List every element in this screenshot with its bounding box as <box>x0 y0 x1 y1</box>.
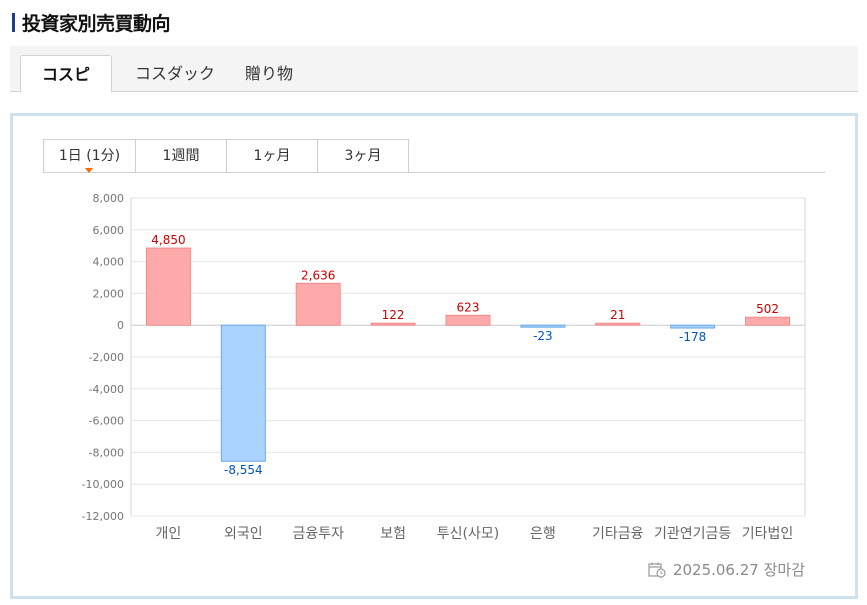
y-tick-label: -12,000 <box>82 510 124 523</box>
y-tick-label: -10,000 <box>82 478 124 491</box>
y-tick-label: -6,000 <box>89 415 124 428</box>
bar-3 <box>295 282 341 326</box>
y-tick-label: 6,000 <box>93 224 125 237</box>
bar-value-label: 623 <box>457 300 480 314</box>
bar-value-label: -8,554 <box>224 463 263 477</box>
bar-2 <box>220 324 266 462</box>
x-category-label: 금융투자 <box>292 526 344 542</box>
bar-value-label: 2,636 <box>301 268 335 282</box>
x-category-label: 은행 <box>530 526 556 542</box>
bar-value-label: 502 <box>756 302 779 316</box>
x-category-label: 개인 <box>156 526 182 542</box>
x-category-label: 기관연기금등 <box>654 526 731 542</box>
chart-panel: 1日 (1分) 1週間 1ヶ月 3ヶ月 8,000 6,000 4,000 2,000… <box>10 113 858 599</box>
calendar-clock-icon <box>648 562 666 578</box>
bar-4 <box>370 322 416 326</box>
bar-7 <box>595 322 641 326</box>
x-category-label: 기타금융 <box>592 526 644 542</box>
bar-8 <box>670 324 716 329</box>
bar-value-label: 122 <box>382 308 405 322</box>
bar-value-label: -23 <box>533 329 553 343</box>
title-accent-bar <box>12 12 15 32</box>
bar-6 <box>520 324 566 328</box>
y-tick-label: -8,000 <box>89 446 124 459</box>
x-category-label: 보험 <box>380 526 406 542</box>
y-tick-label: 2,000 <box>93 287 125 300</box>
tab-kospi[interactable]: コスピ <box>20 55 112 93</box>
investor-bar-chart: 8,000 6,000 4,000 2,000 0 -2,000 -4,000 -6,000 -… <box>82 192 806 542</box>
bar-value-label: 21 <box>610 308 625 322</box>
x-category-label: 투신(사모) <box>437 526 499 542</box>
bar-9 <box>745 316 791 326</box>
y-tick-label: 8,000 <box>93 192 125 205</box>
bar-1 <box>145 247 191 326</box>
y-tick-label: 0 <box>117 319 124 332</box>
y-tick-label: -4,000 <box>89 383 124 396</box>
bar-value-label: 4,850 <box>151 233 185 247</box>
x-category-label: 기타법인 <box>742 526 794 542</box>
page-title-block: 投資家別売買動向 <box>12 8 171 36</box>
market-tabstrip: コスピ コスダック 贈り物 <box>10 46 858 93</box>
tab-futures[interactable]: 贈り物 <box>230 55 308 93</box>
page-title: 投資家別売買動向 <box>22 12 171 35</box>
market-close-timestamp: 2025.06.27 장마감 <box>672 561 805 579</box>
y-tick-label: 4,000 <box>93 256 125 269</box>
y-tick-label: -2,000 <box>89 351 124 364</box>
bar-5 <box>445 314 491 326</box>
tab-kosdaq[interactable]: コスダック <box>120 55 230 93</box>
x-category-label: 외국인 <box>224 526 263 542</box>
chart-footer: 2025.06.27 장마감 <box>648 559 805 580</box>
bar-value-label: -178 <box>679 330 706 344</box>
